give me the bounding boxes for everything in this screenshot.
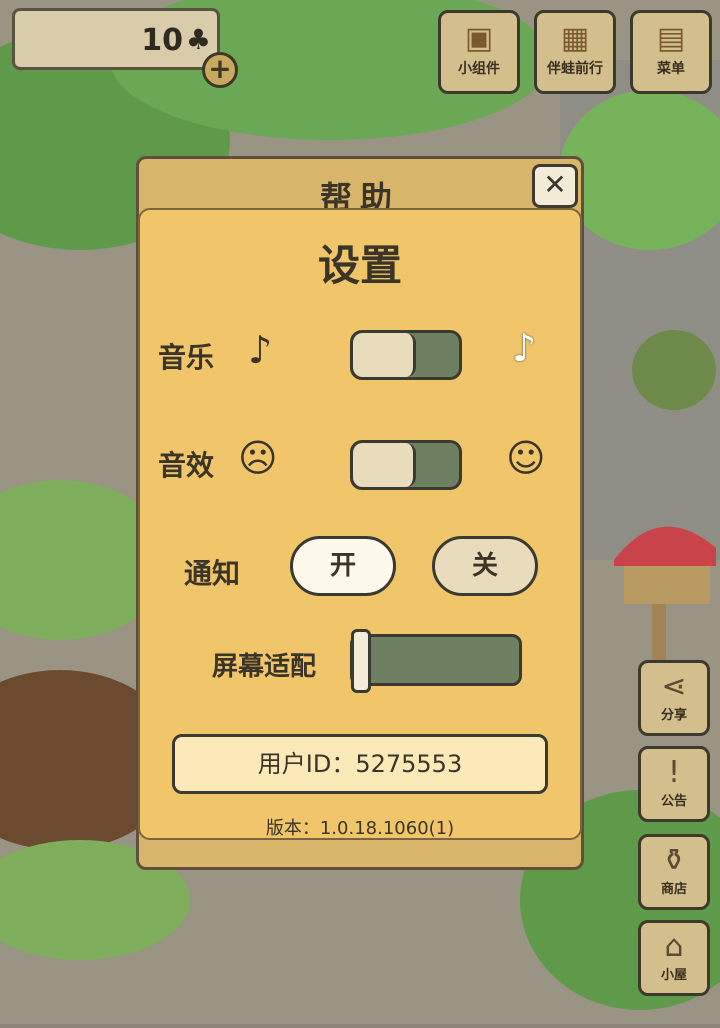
album-icon: ▦ <box>560 21 590 56</box>
shop-button[interactable]: ⚱ 商店 <box>638 834 710 910</box>
shop-button-label: 商店 <box>660 882 687 897</box>
share-button-label: 分享 <box>660 708 687 723</box>
notify-off-button[interactable]: 关 <box>432 536 538 596</box>
close-button[interactable]: ✕ <box>532 164 578 208</box>
share-button[interactable]: ⋖ 分享 <box>638 660 710 736</box>
help-title: 帮助 <box>319 179 400 209</box>
sound-toggle[interactable] <box>350 440 462 490</box>
house-button-label: 小屋 <box>660 968 687 983</box>
notify-on-button[interactable]: 开 <box>290 536 396 596</box>
notice-button-label: 公告 <box>660 794 687 809</box>
house-button[interactable]: ⌂ 小屋 <box>638 920 710 996</box>
house-icon: ⌂ <box>664 929 684 964</box>
clover-icon: ♣ <box>185 23 211 56</box>
menu-icon: ▤ <box>656 21 686 56</box>
frog-loud-icon: ☺ <box>506 436 546 480</box>
screen-fit-label: 屏幕适配 <box>212 652 317 682</box>
music-on-icon: ♪ <box>512 326 537 370</box>
frog-quiet-icon: ☹ <box>238 436 278 480</box>
music-label: 音乐 <box>158 341 215 374</box>
widget-button[interactable]: ▣ 小组件 <box>438 10 520 94</box>
sound-label: 音效 <box>158 449 215 482</box>
notice-button[interactable]: ! 公告 <box>638 746 710 822</box>
music-toggle[interactable] <box>350 330 462 380</box>
user-id-field: 用户ID：5275553 <box>172 734 548 794</box>
widget-button-label: 小组件 <box>458 61 500 77</box>
add-clover-button[interactable]: + <box>202 52 238 88</box>
notice-icon: ! <box>667 755 681 790</box>
music-off-icon: ♪ <box>248 328 273 372</box>
menu-button[interactable]: ▤ 菜单 <box>630 10 712 94</box>
clover-counter: 10 ♣ <box>12 8 220 70</box>
version-text: 版本：1.0.18.1060(1) <box>265 818 455 839</box>
notify-label: 通知 <box>184 557 241 590</box>
sound-toggle-knob[interactable] <box>353 443 416 487</box>
clover-count: 10 <box>141 23 183 58</box>
share-icon: ⋖ <box>661 669 687 704</box>
screen-fit-thumb[interactable] <box>351 629 371 693</box>
album-button[interactable]: ▦ 伴蛙前行 <box>534 10 616 94</box>
menu-button-label: 菜单 <box>657 61 685 77</box>
album-button-label: 伴蛙前行 <box>547 61 603 77</box>
screen-fit-slider[interactable] <box>350 629 522 693</box>
settings-title: 设置 <box>317 241 402 290</box>
widget-icon: ▣ <box>464 21 494 56</box>
shop-icon: ⚱ <box>661 843 687 878</box>
music-toggle-knob[interactable] <box>353 333 416 377</box>
